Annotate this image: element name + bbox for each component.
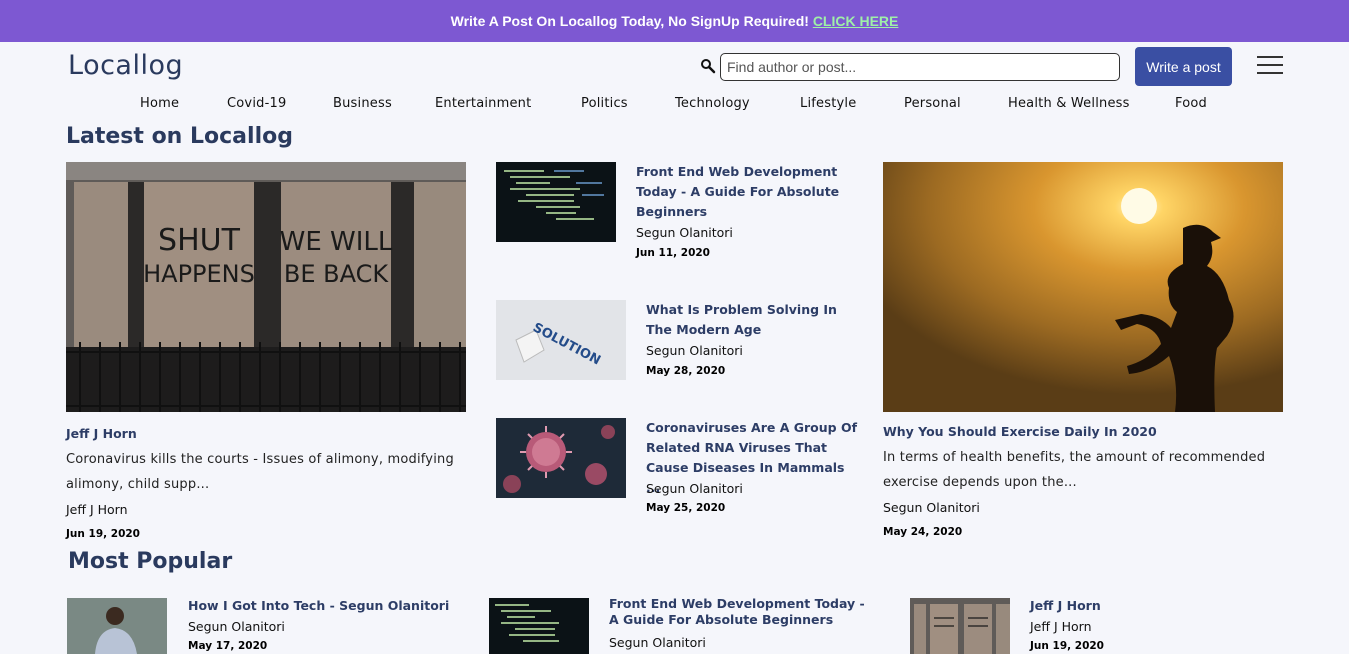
category-nav: Home Covid-19 Business Entertainment Pol…	[0, 96, 1349, 116]
left-feature-author[interactable]: Jeff J Horn	[66, 502, 128, 517]
popular-1-date: May 17, 2020	[188, 640, 268, 652]
happens-word: HAPPENS	[143, 260, 255, 288]
popular-1-author[interactable]: Segun Olanitori	[188, 619, 285, 634]
right-feature-title[interactable]: Why You Should Exercise Daily In 2020	[883, 424, 1157, 439]
popular-3-date: Jun 19, 2020	[1030, 640, 1104, 652]
mid-article-1-author[interactable]: Segun Olanitori	[636, 225, 733, 240]
nav-item-entertainment[interactable]: Entertainment	[435, 96, 531, 111]
popular-3-title[interactable]: Jeff J Horn	[1030, 596, 1101, 616]
nav-item-food[interactable]: Food	[1175, 96, 1207, 111]
be-back-word: BE BACK	[284, 260, 389, 288]
nav-item-covid-19[interactable]: Covid-19	[227, 96, 286, 111]
popular-2-author[interactable]: Segun Olanitori	[609, 635, 706, 650]
left-feature-date: Jun 19, 2020	[66, 528, 140, 540]
left-feature-title[interactable]: Jeff J Horn	[66, 426, 137, 441]
nav-item-lifestyle[interactable]: Lifestyle	[800, 96, 856, 111]
left-feature-excerpt: Coronavirus kills the courts - Issues of…	[66, 452, 454, 492]
shut-happens-image[interactable]: SHUT HAPPENS WE WILL BE BACK	[66, 162, 466, 412]
latest-heading: Latest on Locallog	[66, 124, 293, 149]
shut-word: SHUT	[158, 223, 241, 258]
we-will-word: WE WILL	[280, 227, 393, 257]
mid-article-3-author[interactable]: Segun Olanitori	[646, 481, 743, 496]
mid-article-3-date: May 25, 2020	[646, 502, 726, 514]
popular-2-title[interactable]: Front End Web Development Today - A Guid…	[609, 596, 869, 628]
nav-item-personal[interactable]: Personal	[904, 96, 961, 111]
top-banner: Write A Post On Locallog Today, No SignU…	[0, 0, 1349, 42]
mid-article-1-date: Jun 11, 2020	[636, 247, 710, 259]
mid-article-1-title[interactable]: Front End Web Development Today - A Guid…	[636, 162, 856, 222]
runner-sunset-image[interactable]	[883, 162, 1283, 412]
search-input[interactable]	[720, 53, 1120, 81]
banner-link[interactable]: CLICK HERE	[813, 13, 899, 29]
popular-heading: Most Popular	[68, 549, 233, 574]
nav-item-home[interactable]: Home	[140, 96, 179, 111]
write-post-button[interactable]: Write a post	[1135, 47, 1232, 86]
right-feature-date: May 24, 2020	[883, 526, 963, 538]
popular-1-image[interactable]	[67, 598, 167, 654]
solution-puzzle-image[interactable]: SOLUTION	[496, 300, 626, 380]
mid-article-2-author[interactable]: Segun Olanitori	[646, 343, 743, 358]
banner-text: Write A Post On Locallog Today, No SignU…	[450, 13, 813, 29]
popular-1-title[interactable]: How I Got Into Tech - Segun Olanitori	[188, 596, 449, 616]
nav-item-politics[interactable]: Politics	[581, 96, 628, 111]
mid-article-2-title[interactable]: What Is Problem Solving In The Modern Ag…	[646, 300, 861, 340]
popular-3-image[interactable]	[910, 598, 1010, 654]
site-logo[interactable]: Locallog	[68, 50, 183, 81]
nav-item-health-wellness[interactable]: Health & Wellness	[1008, 96, 1130, 111]
search-icon[interactable]	[700, 58, 716, 74]
popular-3-author[interactable]: Jeff J Horn	[1030, 619, 1092, 634]
nav-item-technology[interactable]: Technology	[675, 96, 750, 111]
mid-article-2-date: May 28, 2020	[646, 365, 726, 377]
nav-item-business[interactable]: Business	[333, 96, 392, 111]
hamburger-menu-icon[interactable]	[1257, 56, 1283, 74]
code-screen-image[interactable]	[496, 162, 616, 242]
right-feature-author[interactable]: Segun Olanitori	[883, 500, 980, 515]
virus-image[interactable]	[496, 418, 626, 498]
popular-2-image[interactable]	[489, 598, 589, 654]
right-feature-excerpt: In terms of health benefits, the amount …	[883, 450, 1266, 490]
